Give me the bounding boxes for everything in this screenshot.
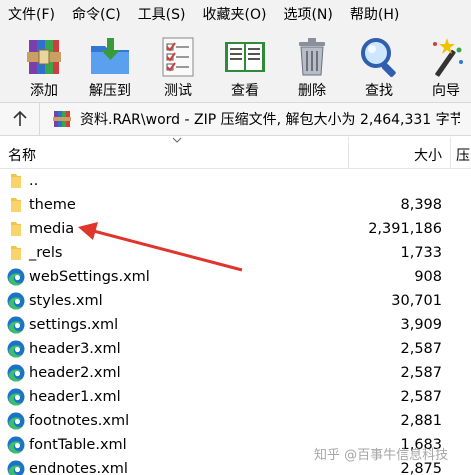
folder-icon xyxy=(11,198,21,212)
up-level-button[interactable] xyxy=(0,103,40,135)
menu-file[interactable]: 文件(F) xyxy=(0,0,64,30)
column-size[interactable]: 大小 xyxy=(350,145,442,165)
file-size: 8,398 xyxy=(400,197,442,213)
add-label: 添加 xyxy=(30,83,58,99)
watermark: 知乎 @百事牛信息科技 xyxy=(314,448,449,463)
file-name: footnotes.xml xyxy=(29,413,130,429)
edge-xml-icon xyxy=(7,388,25,406)
edge-xml-icon xyxy=(7,316,25,334)
file-size: 3,909 xyxy=(400,317,442,333)
extract-folder-icon xyxy=(91,38,129,74)
file-name: header1.xml xyxy=(29,389,121,405)
file-name: webSettings.xml xyxy=(29,269,150,285)
folder-icon xyxy=(11,222,21,236)
file-name: media xyxy=(29,221,75,237)
menu-favorites[interactable]: 收藏夹(O) xyxy=(195,0,276,30)
extract-label: 解压到 xyxy=(89,83,131,99)
file-size: 2,587 xyxy=(400,341,442,357)
file-size: 30,701 xyxy=(391,293,442,309)
file-row[interactable]: header3.xml 2,587 xyxy=(0,337,471,361)
view-button[interactable]: 查看 xyxy=(213,32,277,100)
path-bar: 资料.RAR\word - ZIP 压缩文件, 解包大小为 2,464,331 … xyxy=(0,102,471,136)
column-divider[interactable] xyxy=(348,137,349,169)
edge-xml-icon xyxy=(7,292,25,310)
file-row[interactable]: .. xyxy=(0,169,471,193)
file-name: endnotes.xml xyxy=(29,461,128,475)
edge-xml-icon xyxy=(7,460,25,475)
wizard-wand-icon xyxy=(433,38,463,77)
magnifier-icon xyxy=(361,38,396,77)
column-divider[interactable] xyxy=(450,137,451,169)
folder-icon xyxy=(11,246,21,260)
edge-xml-icon xyxy=(7,436,25,454)
file-name: settings.xml xyxy=(29,317,119,333)
menu-bar: 文件(F) 命令(C) 工具(S) 收藏夹(O) 选项(N) 帮助(H) xyxy=(0,0,471,30)
edge-xml-icon xyxy=(7,412,25,430)
menu-options[interactable]: 选项(N) xyxy=(275,0,341,30)
file-row[interactable]: header2.xml 2,587 xyxy=(0,361,471,385)
edge-xml-icon xyxy=(7,268,25,286)
file-size: 2,391,186 xyxy=(368,221,442,237)
archive-path: 资料.RAR\word - ZIP 压缩文件, 解包大小为 2,464,331 … xyxy=(80,112,460,128)
add-archive-icon xyxy=(27,40,61,74)
file-row[interactable]: footnotes.xml 2,881 xyxy=(0,409,471,433)
menu-tools[interactable]: 工具(S) xyxy=(130,0,195,30)
file-size: 2,587 xyxy=(400,365,442,381)
view-book-icon xyxy=(225,42,265,72)
file-row[interactable]: media 2,391,186 xyxy=(0,217,471,241)
arrow-up-icon xyxy=(12,110,27,126)
test-label: 测试 xyxy=(164,83,192,99)
menu-command[interactable]: 命令(C) xyxy=(64,0,130,30)
file-name: .. xyxy=(29,173,39,189)
trash-icon xyxy=(299,38,325,76)
file-row[interactable]: theme 8,398 xyxy=(0,193,471,217)
extract-button[interactable]: 解压到 xyxy=(78,32,142,100)
menu-help[interactable]: 帮助(H) xyxy=(342,0,408,30)
file-name: theme xyxy=(29,197,76,213)
file-row[interactable]: styles.xml 30,701 xyxy=(0,289,471,313)
find-button[interactable]: 查找 xyxy=(347,32,411,100)
toolbar: 添加 解压到 测试 查看 删除 查找 向导 xyxy=(0,30,471,102)
delete-button[interactable]: 删除 xyxy=(280,32,344,100)
add-button[interactable]: 添加 xyxy=(12,32,76,100)
test-button[interactable]: 测试 xyxy=(146,32,210,100)
file-name: header2.xml xyxy=(29,365,121,381)
test-checklist-icon xyxy=(162,37,194,77)
file-name: _rels xyxy=(29,245,63,261)
edge-xml-icon xyxy=(7,364,25,382)
file-list: .. theme 8,398 media 2,391,186 _rels 1,733 webS… xyxy=(0,169,471,475)
file-row[interactable]: settings.xml 3,909 xyxy=(0,313,471,337)
wizard-button[interactable]: 向导 xyxy=(414,32,471,100)
archive-icon xyxy=(53,111,71,127)
file-name: styles.xml xyxy=(29,293,103,309)
wizard-label: 向导 xyxy=(432,83,460,99)
file-row[interactable]: _rels 1,733 xyxy=(0,241,471,265)
file-size: 2,881 xyxy=(400,413,442,429)
file-size: 1,733 xyxy=(400,245,442,261)
find-label: 查找 xyxy=(365,83,393,99)
view-label: 查看 xyxy=(231,83,259,99)
file-name: header3.xml xyxy=(29,341,121,357)
file-list-header: 名称 大小 压 xyxy=(0,137,471,169)
file-size: 908 xyxy=(414,269,442,285)
delete-label: 删除 xyxy=(298,83,326,99)
column-packed[interactable]: 压 xyxy=(456,145,470,165)
folder-icon xyxy=(11,174,21,188)
file-name: fontTable.xml xyxy=(29,437,127,453)
edge-xml-icon xyxy=(7,340,25,358)
column-name[interactable]: 名称 xyxy=(8,145,36,165)
file-row[interactable]: header1.xml 2,587 xyxy=(0,385,471,409)
sort-caret-icon xyxy=(172,137,182,143)
file-row[interactable]: webSettings.xml 908 xyxy=(0,265,471,289)
file-size: 2,587 xyxy=(400,389,442,405)
